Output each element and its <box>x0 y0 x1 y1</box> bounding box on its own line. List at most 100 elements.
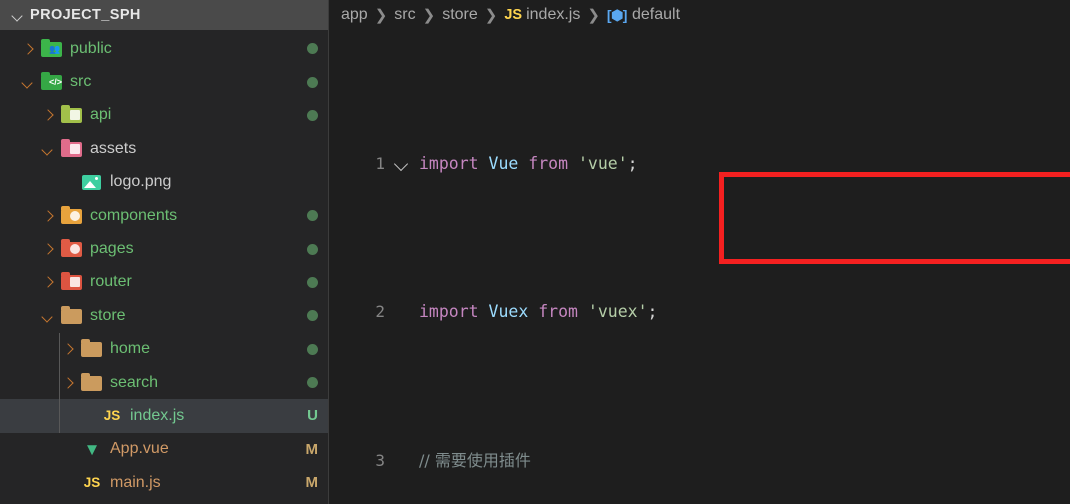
code-editor[interactable]: 1 import Vue from 'vue'; 2 import Vuex f… <box>329 30 1070 504</box>
tree-label: public <box>70 39 112 57</box>
chevron-right-icon: ❯ <box>422 7 436 24</box>
editor-pane: app ❯ src ❯ store ❯ JS index.js ❯ [⬢] de… <box>329 0 1070 504</box>
tree-label: search <box>110 373 159 391</box>
js-file-icon: JS <box>83 474 101 490</box>
code-line-2: 2 import Vuex from 'vuex'; <box>329 297 1070 327</box>
code-line-content: // 需要使用插件 <box>419 446 1070 476</box>
code-line-3: 3 // 需要使用插件 <box>329 446 1070 476</box>
folder-pages-icon <box>60 238 84 260</box>
tree-label: store <box>90 306 126 324</box>
project-name-label: PROJECT_SPH <box>30 7 141 23</box>
tree-row-main-js[interactable]: JS main.js M <box>0 466 328 499</box>
tree-row-index-js[interactable]: JS index.js U <box>0 399 328 433</box>
tree-label: main.js <box>110 473 161 491</box>
chevron-right-icon: ❯ <box>374 7 388 24</box>
breadcrumb-item-index-js[interactable]: index.js <box>526 6 580 24</box>
folder-router-icon <box>60 271 84 293</box>
git-status-dot <box>307 343 318 355</box>
js-file-icon: JS <box>103 407 121 423</box>
tree-label: router <box>90 273 132 291</box>
tree-label: home <box>110 340 151 358</box>
breadcrumb-item-app[interactable]: app <box>341 6 368 24</box>
js-file-icon: JS <box>504 7 523 23</box>
tree-row-router[interactable]: router <box>0 266 328 299</box>
token-keyword: import <box>419 153 479 173</box>
git-status-dot <box>307 310 318 322</box>
tree-label: pages <box>90 240 134 258</box>
tree-label: src <box>70 73 92 91</box>
git-status-dot <box>307 377 318 389</box>
chevron-right-icon[interactable] <box>40 239 60 259</box>
token-string: 'vue' <box>577 153 628 173</box>
code-line-1: 1 import Vue from 'vue'; <box>329 149 1070 179</box>
token-keyword: from <box>538 302 578 322</box>
folder-components-icon <box>60 205 84 227</box>
chevron-right-icon: ❯ <box>587 7 600 24</box>
fold-arrow-icon[interactable] <box>385 149 419 179</box>
tree-row-pages[interactable]: pages <box>0 232 328 265</box>
chevron-right-icon[interactable] <box>40 206 60 226</box>
chevron-right-icon[interactable] <box>60 339 80 359</box>
tree-row-assets[interactable]: assets <box>0 132 328 165</box>
git-status-dot <box>307 276 318 288</box>
tree-label: App.vue <box>110 440 169 458</box>
breadcrumb: app ❯ src ❯ store ❯ JS index.js ❯ [⬢] de… <box>329 0 1070 30</box>
token-identifier: Vuex <box>488 302 529 322</box>
tree-row-src[interactable]: </> src <box>0 65 328 98</box>
tree-row-logo-png[interactable]: logo.png <box>0 166 328 199</box>
tree-row-store[interactable]: store <box>0 299 328 332</box>
tree-row-components[interactable]: components <box>0 199 328 232</box>
git-status-badge: U <box>307 407 318 425</box>
vue-file-icon: ▼ <box>83 440 101 460</box>
chevron-down-icon[interactable] <box>40 139 60 159</box>
token-comment: // 需要使用插件 <box>419 450 531 470</box>
chevron-right-icon[interactable] <box>20 39 40 59</box>
symbol-object-icon: [⬢] <box>606 6 628 23</box>
chevron-right-icon[interactable] <box>40 105 60 125</box>
folder-search-icon <box>80 372 104 394</box>
tree-row-app-vue[interactable]: ▼ App.vue M <box>0 433 328 466</box>
chevron-right-icon: ❯ <box>484 7 498 24</box>
breadcrumb-item-store[interactable]: store <box>442 6 478 24</box>
line-number: 3 <box>375 450 385 470</box>
image-file-icon <box>80 171 104 193</box>
git-status-dot <box>307 76 318 88</box>
chevron-down-icon[interactable] <box>10 7 26 23</box>
git-status-dot <box>307 43 318 55</box>
tree-row-search[interactable]: search <box>0 365 328 400</box>
tree-label: assets <box>90 139 137 157</box>
tree-row-api[interactable]: api <box>0 99 328 132</box>
token-identifier: Vue <box>488 153 519 173</box>
breadcrumb-item-default[interactable]: default <box>632 6 680 24</box>
tree-row-home[interactable]: home <box>0 332 328 366</box>
git-status-dot <box>307 109 318 121</box>
chevron-down-icon[interactable] <box>40 306 60 326</box>
tree-label: api <box>90 106 112 124</box>
token-keyword: from <box>528 153 569 173</box>
folder-store-icon <box>60 305 84 327</box>
code-line-content: import Vuex from 'vuex'; <box>419 297 1070 327</box>
token-punct: ; <box>647 302 658 322</box>
chevron-right-icon[interactable] <box>60 373 80 393</box>
chevron-down-icon[interactable] <box>20 72 40 92</box>
line-number: 2 <box>375 302 385 322</box>
explorer-section-header[interactable]: PROJECT_SPH <box>0 0 328 30</box>
token-keyword: import <box>419 302 479 322</box>
git-status-badge: M <box>305 474 319 492</box>
chevron-right-icon[interactable] <box>40 272 60 292</box>
folder-home-icon <box>80 338 104 360</box>
folder-public-icon: 👥 <box>40 38 64 60</box>
tree-label: components <box>90 206 178 224</box>
explorer-sidebar: PROJECT_SPH 👥 public </> src api assets … <box>0 0 329 504</box>
git-status-dot <box>307 210 318 222</box>
git-status-dot <box>307 243 318 255</box>
token-string: 'vuex' <box>587 302 648 322</box>
vscode-window: PROJECT_SPH 👥 public </> src api assets … <box>0 0 1070 504</box>
line-number: 1 <box>375 153 385 173</box>
tree-label: index.js <box>130 406 185 424</box>
tree-row-public[interactable]: 👥 public <box>0 32 328 65</box>
breadcrumb-item-src[interactable]: src <box>394 6 415 24</box>
folder-src-icon: </> <box>40 71 64 93</box>
tree-label: logo.png <box>110 173 172 191</box>
git-status-badge: M <box>305 440 319 458</box>
